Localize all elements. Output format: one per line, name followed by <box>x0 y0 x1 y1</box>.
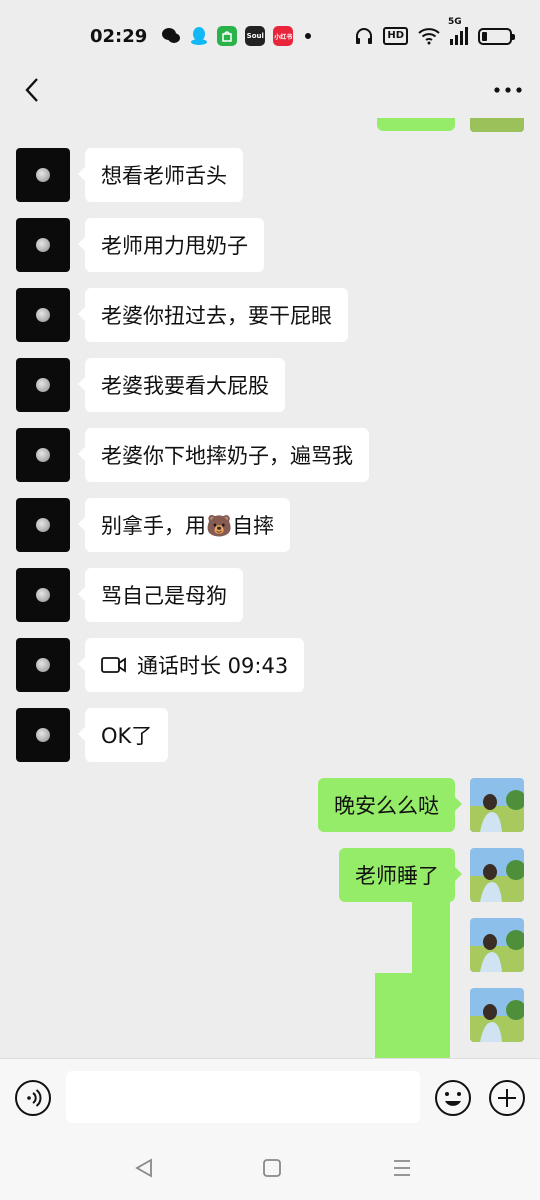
message-row: 骂自己是母狗 <box>0 568 540 624</box>
sent-message-bubble[interactable]: 老师睡了 <box>339 848 462 902</box>
plus-icon <box>489 1080 525 1116</box>
self-avatar[interactable] <box>470 848 524 902</box>
self-avatar[interactable] <box>470 778 524 832</box>
received-message-bubble[interactable]: 别拿手，用🐻自摔 <box>77 498 291 552</box>
signal-bar-icon <box>450 39 453 45</box>
video-call-record-bubble[interactable]: 通话时长 09:43 <box>77 638 305 692</box>
contact-avatar[interactable] <box>16 428 70 482</box>
square-home-icon <box>263 1159 281 1177</box>
input-bar <box>0 1058 540 1136</box>
message-row: 老师睡了 <box>0 848 540 904</box>
partial-self-avatar <box>470 118 524 132</box>
more-dots-icon <box>494 87 522 93</box>
status-bar: 02:29 Soul 小红书 HD 5G <box>0 0 540 72</box>
headphones-icon <box>356 28 373 44</box>
contact-avatar[interactable] <box>16 358 70 412</box>
message-row: 通话时长 09:43 <box>0 638 540 694</box>
status-indicators: HD 5G <box>355 17 515 45</box>
message-row: 想看老师舌头 <box>0 148 540 204</box>
received-message-bubble[interactable]: 老婆你扭过去，要干屁眼 <box>78 288 348 342</box>
received-message-bubble[interactable]: 老婆你下地摔奶子，遍骂我 <box>78 428 369 482</box>
system-navigation-bar <box>0 1136 540 1200</box>
network-type: 5G <box>448 17 462 27</box>
contact-avatar[interactable] <box>16 708 70 762</box>
more-functions-button[interactable] <box>488 1079 526 1117</box>
system-back-button[interactable] <box>130 1154 158 1182</box>
signal-indicator: 5G <box>448 17 468 45</box>
contact-avatar[interactable] <box>16 288 70 342</box>
message-row: OK了 <box>0 708 540 764</box>
partial-sent-bubble <box>377 118 455 131</box>
sent-message-bubble[interactable]: 晚安么么哒 <box>318 778 462 832</box>
contact-avatar[interactable] <box>16 568 70 622</box>
battery-icon <box>478 27 515 45</box>
received-message-bubble[interactable]: OK了 <box>77 708 169 762</box>
message-input[interactable] <box>66 1071 420 1123</box>
received-message-bubble[interactable]: 老师用力甩奶子 <box>78 218 264 272</box>
call-duration-text: 通话时长 09:43 <box>137 654 289 678</box>
contact-avatar[interactable] <box>16 498 70 552</box>
sent-image-redacted[interactable] <box>412 900 450 1058</box>
signal-bar-icon <box>465 27 468 45</box>
message-row: 别拿手，用🐻自摔 <box>0 498 540 554</box>
message-list[interactable]: 想看老师舌头 老师用力甩奶子 老婆你扭过去，要干屁眼 老婆我要看大屁股 老婆你下… <box>0 118 540 1058</box>
message-row: 老婆你下地摔奶子，遍骂我 <box>0 428 540 484</box>
voice-button[interactable] <box>14 1079 52 1117</box>
status-time: 02:29 <box>90 25 148 47</box>
system-home-button[interactable] <box>258 1154 286 1182</box>
self-avatar[interactable] <box>470 918 524 972</box>
contact-avatar[interactable] <box>16 148 70 202</box>
sent-image-redacted[interactable] <box>375 973 415 1058</box>
received-message-bubble[interactable]: 想看老师舌头 <box>78 148 243 202</box>
shopping-bag-icon <box>217 26 238 46</box>
system-recents-button[interactable] <box>388 1154 416 1182</box>
chat-header <box>0 72 540 118</box>
received-message-bubble[interactable]: 老婆我要看大屁股 <box>78 358 285 412</box>
signal-bar-icon <box>460 31 463 45</box>
hd-badge: HD <box>383 27 408 45</box>
more-button[interactable] <box>486 72 530 108</box>
wechat-icon <box>161 26 181 46</box>
message-row: 老婆你扭过去，要干屁眼 <box>0 288 540 344</box>
voice-icon <box>15 1080 51 1116</box>
signal-bar-icon <box>455 35 458 45</box>
back-button[interactable] <box>14 72 50 108</box>
self-avatar[interactable] <box>470 988 524 1042</box>
chevron-left-icon <box>25 78 38 102</box>
emoji-button[interactable] <box>434 1079 472 1117</box>
soul-icon: Soul <box>245 26 266 46</box>
menu-lines-icon <box>394 1160 410 1176</box>
message-row: 老婆我要看大屁股 <box>0 358 540 414</box>
notification-dot-icon <box>305 33 312 39</box>
qq-icon <box>189 26 209 46</box>
message-row: 晚安么么哒 <box>0 778 540 834</box>
message-row: 老师用力甩奶子 <box>0 218 540 274</box>
status-app-icons: Soul 小红书 <box>161 26 312 46</box>
video-camera-icon <box>101 657 126 673</box>
received-message-bubble[interactable]: 骂自己是母狗 <box>78 568 243 622</box>
triangle-back-icon <box>135 1158 152 1178</box>
xiaohongshu-icon: 小红书 <box>273 26 294 46</box>
emoji-icon <box>435 1080 471 1116</box>
contact-avatar[interactable] <box>16 218 70 272</box>
wifi-icon <box>418 28 440 45</box>
contact-avatar[interactable] <box>16 638 70 692</box>
